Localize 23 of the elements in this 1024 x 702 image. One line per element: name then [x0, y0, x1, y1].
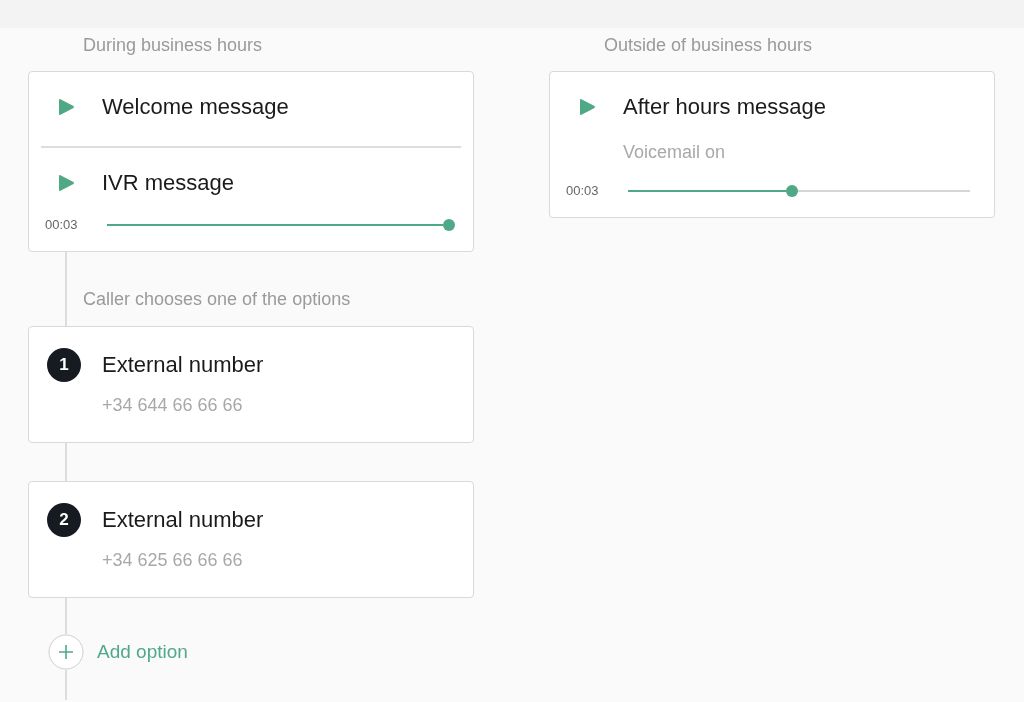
plus-circle-icon [48, 634, 84, 670]
message-title: IVR message [102, 169, 235, 197]
slider-thumb[interactable] [786, 184, 799, 197]
message-title: After hours message [623, 93, 826, 121]
column-heading: Outside of business hours [603, 35, 814, 55]
column-heading: During business hours [82, 35, 264, 55]
time-label: 00:03 [45, 217, 79, 232]
play-icon[interactable] [57, 174, 75, 192]
number-badge: 1 [47, 348, 81, 382]
play-icon[interactable] [57, 98, 75, 116]
option-card[interactable]: 2 External number +34 625 66 66 66 [28, 481, 474, 598]
option-card[interactable]: 1 External number +34 644 66 66 66 [28, 326, 474, 443]
phone-number: +34 625 66 66 66 [101, 549, 244, 571]
message-subtitle: Voicemail on [622, 141, 727, 163]
option-title: External number [102, 351, 264, 379]
slider-thumb[interactable] [443, 218, 455, 231]
time-label: 00:03 [566, 183, 600, 198]
option-title: External number [102, 506, 264, 534]
play-icon[interactable] [578, 98, 596, 116]
phone-number: +34 644 66 66 66 [101, 394, 244, 416]
message-title: Welcome message [102, 93, 289, 121]
number-badge: 2 [47, 503, 81, 537]
options-caption: Caller chooses one of the options [83, 288, 351, 310]
